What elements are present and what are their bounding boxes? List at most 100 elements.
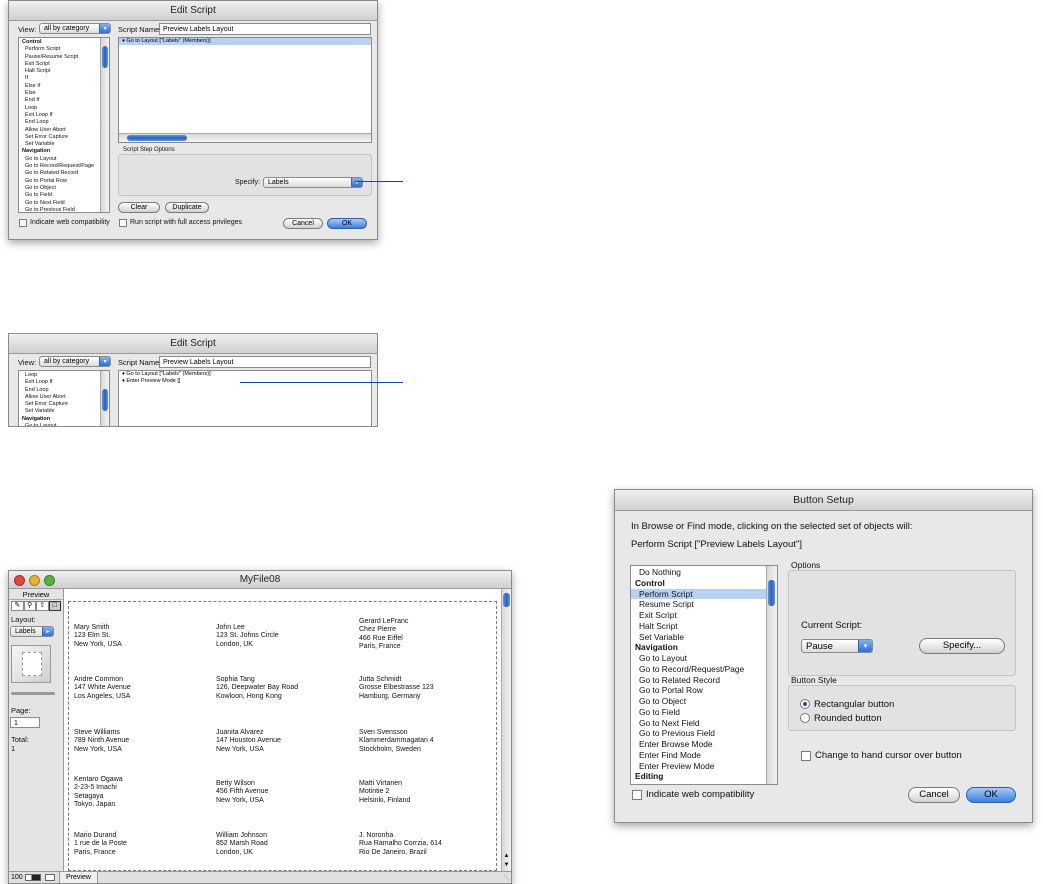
duplicate-button[interactable]: Duplicate: [165, 202, 209, 213]
button-action-item[interactable]: Enter Find Mode: [631, 750, 777, 761]
script-line-selected[interactable]: ♦ Go to Layout ["Labels" (Members)]: [119, 38, 371, 45]
script-step-item[interactable]: Exit Script: [19, 61, 109, 68]
button-action-item[interactable]: Go to Object: [631, 696, 777, 707]
rectangular-radio[interactable]: [800, 699, 810, 709]
button-action-item[interactable]: Set Variable: [631, 632, 777, 643]
script-step-item[interactable]: Exit Loop If: [19, 112, 109, 119]
clear-button[interactable]: Clear: [118, 202, 160, 213]
hand-cursor-checkbox[interactable]: [801, 751, 811, 761]
script-step-item[interactable]: End Loop: [19, 387, 109, 394]
script-name-input[interactable]: Preview Labels Layout: [159, 23, 371, 35]
steps-scroll-thumb[interactable]: [102, 389, 108, 411]
find-mode-icon[interactable]: ⚲: [23, 601, 36, 611]
rounded-radio[interactable]: [800, 713, 810, 723]
steps-scrollbar[interactable]: [100, 371, 109, 426]
view-popup[interactable]: all by category ▾: [39, 356, 111, 367]
script-steps-list[interactable]: Control Perform Script Pause/Resume Script…: [18, 37, 110, 213]
script-editor[interactable]: ♦ Go to Layout ["Labels" (Members)]: [118, 37, 372, 143]
script-step-item[interactable]: Go to Related Record: [19, 170, 109, 177]
script-step-item[interactable]: Set Variable: [19, 408, 109, 415]
page-input[interactable]: 1: [10, 717, 40, 728]
script-step-item[interactable]: Go to Layout: [19, 156, 109, 163]
cancel-button[interactable]: Cancel: [283, 218, 323, 229]
script-step-item[interactable]: Set Error Capture: [19, 134, 109, 141]
script-line[interactable]: ♦ Go to Layout ["Labels" (Members)]: [119, 371, 371, 378]
v-scroll-thumb[interactable]: [503, 593, 510, 607]
layout-mode-icon[interactable]: ⇧: [36, 601, 49, 611]
script-step-item[interactable]: Halt Script: [19, 68, 109, 75]
script-step-item[interactable]: End If: [19, 97, 109, 104]
view-popup[interactable]: all by category ▾: [39, 23, 111, 34]
zoom-in-out-icon[interactable]: [25, 874, 41, 881]
script-step-item[interactable]: Exit Loop If: [19, 379, 109, 386]
script-step-item[interactable]: Allow User Abort: [19, 394, 109, 401]
h-scroll-thumb[interactable]: [127, 135, 187, 141]
record-slider[interactable]: [11, 692, 55, 695]
script-step-item[interactable]: Go to Portal Row: [19, 178, 109, 185]
preview-mode-icon[interactable]: □: [48, 601, 61, 611]
button-action-item[interactable]: Enter Browse Mode: [631, 739, 777, 750]
actions-scrollbar[interactable]: [766, 566, 777, 784]
close-window-icon[interactable]: [14, 575, 25, 586]
script-step-item[interactable]: Go to Field: [19, 192, 109, 199]
script-step-item[interactable]: End Loop: [19, 119, 109, 126]
vertical-scrollbar[interactable]: ▲ ▼: [501, 589, 511, 871]
script-step-item[interactable]: Go to Object: [19, 185, 109, 192]
script-step-item[interactable]: If: [19, 75, 109, 82]
browse-mode-icon[interactable]: ✎: [11, 601, 24, 611]
button-action-item[interactable]: Go to Record/Request/Page: [631, 664, 777, 675]
full-access-checkbox[interactable]: [119, 219, 127, 227]
button-action-item[interactable]: Go to Next Field: [631, 718, 777, 729]
button-action-item[interactable]: Go to Previous Field: [631, 728, 777, 739]
cancel-button[interactable]: Cancel: [908, 787, 960, 803]
button-action-item[interactable]: Enter Preview Mode: [631, 761, 777, 772]
script-step-item[interactable]: Go to Next Field: [19, 200, 109, 207]
script-step-item[interactable]: Loop: [19, 105, 109, 112]
script-step-item[interactable]: Loop: [19, 372, 109, 379]
label-record-line: New York, USA: [74, 640, 122, 648]
button-action-item[interactable]: Resume Script: [631, 599, 777, 610]
script-step-item[interactable]: Go to Record/Request/Page: [19, 163, 109, 170]
script-name-input[interactable]: Preview Labels Layout: [159, 356, 371, 368]
script-step-item[interactable]: Set Variable: [19, 141, 109, 148]
button-action-item[interactable]: Perform Script: [631, 588, 777, 600]
specify-button[interactable]: Specify...: [919, 638, 1005, 654]
horizontal-scrollbar[interactable]: [119, 133, 371, 142]
script-editor[interactable]: ♦ Go to Layout ["Labels" (Members)] ♦ En…: [118, 370, 372, 426]
button-actions-rows: Do Nothing Control Perform Script Resume Sc…: [631, 566, 777, 782]
script-step-item[interactable]: Go to Previous Field: [19, 207, 109, 212]
current-script-popup[interactable]: Pause ▾: [801, 639, 873, 653]
ok-button[interactable]: OK: [966, 787, 1016, 803]
resize-grip-icon[interactable]: ⋱: [503, 873, 510, 883]
steps-scrollbar[interactable]: [100, 38, 109, 212]
script-step-item[interactable]: Pause/Resume Script: [19, 54, 109, 61]
layout-popup[interactable]: Labels ▸: [10, 626, 54, 637]
web-compat-checkbox[interactable]: [19, 219, 27, 227]
script-step-item[interactable]: Else If: [19, 83, 109, 90]
button-action-item[interactable]: Halt Script: [631, 621, 777, 632]
ok-button[interactable]: OK: [327, 218, 367, 229]
web-compat-checkbox[interactable]: [632, 790, 642, 800]
script-steps-list[interactable]: Loop Exit Loop If End Loop Allow User Abort…: [18, 370, 110, 426]
script-step-item[interactable]: Perform Script: [19, 46, 109, 53]
script-step-item[interactable]: Set Error Capture: [19, 401, 109, 408]
scroll-down-arrow-icon[interactable]: ▼: [502, 862, 511, 868]
button-action-item[interactable]: Do Nothing: [631, 567, 777, 578]
button-action-item[interactable]: Go to Field: [631, 707, 777, 718]
button-action-item[interactable]: Exit Script: [631, 610, 777, 621]
script-step-item[interactable]: Allow User Abort: [19, 127, 109, 134]
script-step-item[interactable]: Go to Layout: [19, 423, 109, 426]
steps-scroll-thumb[interactable]: [102, 46, 108, 68]
status-toggle-icon[interactable]: [45, 874, 55, 881]
button-action-item[interactable]: Go to Related Record: [631, 675, 777, 686]
zoom-window-icon[interactable]: [44, 575, 55, 586]
minimize-window-icon[interactable]: [29, 575, 40, 586]
actions-scroll-thumb[interactable]: [768, 580, 775, 606]
button-actions-list[interactable]: Do Nothing Control Perform Script Resume Sc…: [630, 565, 778, 785]
specify-popup[interactable]: Labels ▾: [263, 177, 363, 188]
button-action-item[interactable]: Go to Portal Row: [631, 685, 777, 696]
scroll-up-arrow-icon[interactable]: ▲: [502, 853, 511, 859]
button-action-item[interactable]: Go to Layout: [631, 653, 777, 664]
book-icon[interactable]: [11, 645, 51, 683]
script-step-item[interactable]: Else: [19, 90, 109, 97]
